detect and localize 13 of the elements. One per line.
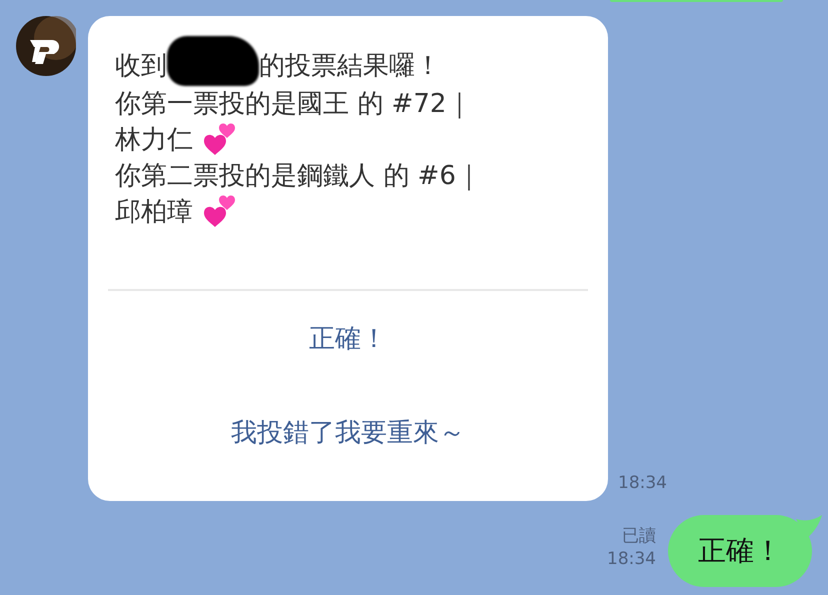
message-text: 邱柏璋: [115, 196, 193, 229]
message-text: 林力仁: [115, 124, 193, 157]
reply-button[interactable]: 我投錯了我要重來～: [231, 385, 465, 479]
avatar-icon: [16, 16, 76, 76]
message-text: 的投票結果囉！: [259, 50, 441, 83]
read-receipt: 已讀: [622, 525, 656, 548]
message-time: 18:34: [618, 473, 667, 493]
reply-button[interactable]: 正確！: [309, 291, 387, 385]
message-text: 你第二票投的是鋼鐵人 的 #6｜: [115, 160, 481, 193]
message-text: 正確！: [698, 533, 782, 569]
message-text: 收到: [115, 50, 167, 83]
message-time: 18:34: [607, 548, 656, 571]
message-text: 你第一票投的是國王 的 #72｜: [115, 88, 472, 121]
